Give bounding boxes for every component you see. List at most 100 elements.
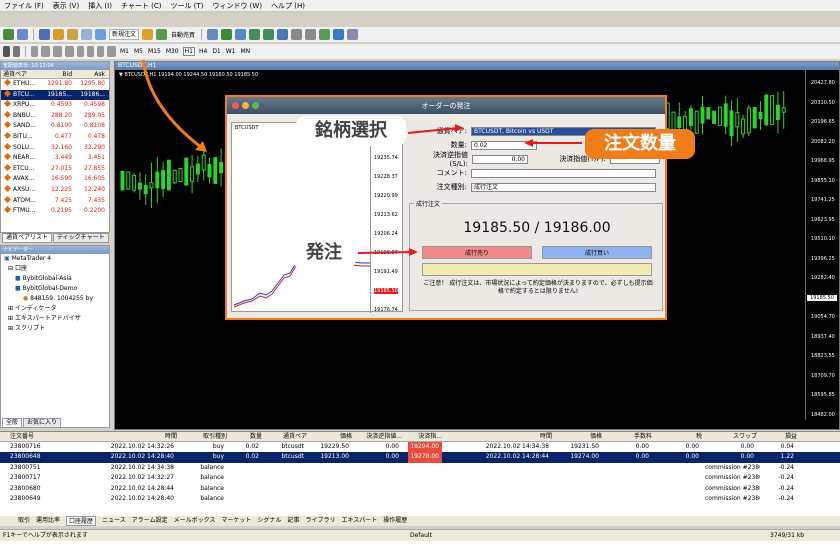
sl-input[interactable]: 0.00	[472, 154, 528, 164]
tf-d1[interactable]: D1	[211, 48, 221, 55]
col-price[interactable]: 価格	[310, 432, 355, 441]
terminal-tab[interactable]: 記事	[287, 516, 299, 526]
line-chart-icon[interactable]	[235, 29, 247, 40]
tf-h4[interactable]: H4	[198, 48, 208, 55]
comment-input[interactable]	[471, 168, 656, 178]
table-row[interactable]: 23800649 2022.10.02 14:28:40 balance commis…	[0, 494, 840, 504]
tf-m30[interactable]: M30	[165, 48, 180, 55]
col-tp[interactable]: 決済指...	[405, 432, 445, 441]
tf-m5[interactable]: M5	[133, 48, 144, 55]
market-watch-row[interactable]: ATOM... 7.425 7.435	[1, 195, 109, 207]
terminal-tab[interactable]: マーケット	[221, 516, 251, 526]
terminal-tab[interactable]: 口座履歴	[66, 516, 97, 526]
horizontal-line-icon[interactable]	[41, 46, 50, 57]
col-commission[interactable]: 手数料	[605, 432, 655, 441]
col-type[interactable]: 取引種別	[180, 432, 230, 441]
table-row[interactable]: 23800717 2022.10.02 14:32:27 balance commis…	[0, 473, 840, 483]
table-row[interactable]: 23800716 2022.10.02 14:32:26 buy 0.02 btcusd…	[0, 442, 840, 453]
col-swap[interactable]: スワップ	[705, 432, 760, 441]
terminal-tab[interactable]: シグナル	[257, 516, 281, 526]
tree-accounts[interactable]: ⊟ 口座	[1, 264, 109, 274]
market-watch-row[interactable]: BITU... 0.477 0.478	[1, 131, 109, 143]
market-watch-icon[interactable]	[39, 29, 50, 40]
col-order[interactable]: 注文番号	[0, 432, 95, 441]
tab-general[interactable]: 全般	[2, 418, 23, 428]
minimize-button[interactable]	[242, 102, 249, 109]
col-tax[interactable]: 税	[655, 432, 705, 441]
terminal-tab[interactable]: ニュース	[102, 516, 126, 526]
tester-icon[interactable]	[95, 29, 106, 40]
text-icon[interactable]	[87, 46, 94, 57]
chart-shift-icon[interactable]	[291, 29, 303, 40]
bar-chart-icon[interactable]	[207, 29, 219, 40]
col-size[interactable]: 数量	[230, 432, 265, 441]
terminal-tab[interactable]: アラーム設定	[132, 516, 168, 526]
type-select[interactable]: 成行注文	[471, 182, 656, 192]
market-watch-row[interactable]: ETHU... 1291.80 1295.80	[1, 78, 109, 90]
qty-input[interactable]: 0.02	[471, 140, 537, 150]
navigator-icon[interactable]	[53, 29, 64, 40]
market-watch-row[interactable]: NEAR... 3.449 3.451	[1, 153, 109, 164]
channel-icon[interactable]	[65, 46, 74, 57]
tree-server-asia[interactable]: ■ BybitGlobal-Asia	[1, 274, 109, 284]
tf-m1[interactable]: M1	[119, 48, 130, 55]
tf-w1[interactable]: W1	[225, 48, 237, 55]
close-order-button[interactable]	[422, 263, 652, 276]
market-watch-row[interactable]: AXSU... 12.225 12.240	[1, 184, 109, 196]
tf-m15[interactable]: M15	[147, 48, 162, 55]
price-axis[interactable]: 20427.80 20310.50 20196.65 20082.20 19968.95…	[805, 70, 839, 420]
market-watch-row[interactable]: AVAX... 16.590 16.605	[1, 174, 109, 185]
profiles-icon[interactable]	[17, 29, 28, 40]
menu-view[interactable]: 表示 (V)	[53, 1, 79, 11]
trendline-icon[interactable]	[53, 46, 62, 57]
auto-trade-button[interactable]: 自動売買	[170, 30, 196, 39]
market-watch-row[interactable]: BNBU... 288.20 289.05	[1, 110, 109, 122]
periods-icon[interactable]	[333, 29, 345, 40]
search-icon[interactable]	[823, 29, 834, 40]
col-close-time[interactable]: 時間	[445, 432, 555, 441]
folder-icon[interactable]	[67, 29, 78, 40]
table-row[interactable]: 23800680 2022.10.02 14:28:44 balance commis…	[0, 484, 840, 494]
maximize-button[interactable]	[252, 102, 259, 109]
tf-mn[interactable]: MN	[240, 48, 252, 55]
tree-account[interactable]: ● 848159: 1004255 by	[1, 294, 109, 304]
tab-tick-chart[interactable]: ティックチャート	[53, 233, 109, 243]
label-icon[interactable]	[97, 46, 104, 57]
menu-insert[interactable]: 挿入 (I)	[88, 1, 112, 11]
buy-button[interactable]: 成行買い	[542, 246, 652, 259]
templates-icon[interactable]	[347, 29, 359, 40]
candle-chart-icon[interactable]	[221, 29, 233, 40]
tab-favorites[interactable]: お気に入り	[23, 418, 62, 428]
col-ask[interactable]: Ask	[74, 70, 107, 78]
tree-experts[interactable]: ⊞ エキスパートアドバイザ	[1, 314, 109, 324]
market-watch-row[interactable]: SOLU... 32.160 32.290	[1, 142, 109, 154]
market-watch-row[interactable]: SAND... 0.8100 0.8108	[1, 121, 109, 132]
tree-indicators[interactable]: ⊞ インディケータ	[1, 304, 109, 314]
tree-server-demo[interactable]: ■ BybitGlobal-Demo	[1, 284, 109, 294]
terminal-tab[interactable]: メールボックス	[174, 516, 216, 526]
metaeditor-icon[interactable]	[142, 29, 154, 40]
menu-help[interactable]: ヘルプ (H)	[271, 1, 305, 11]
terminal-icon[interactable]	[81, 29, 92, 40]
new-chart-icon[interactable]	[3, 29, 14, 40]
terminal-tab[interactable]: 取引	[18, 516, 30, 526]
col-profit[interactable]: 損益	[760, 432, 800, 441]
terminal-tab[interactable]: ライブラリ	[305, 516, 335, 526]
close-button[interactable]	[232, 102, 239, 109]
col-bid[interactable]: Bid	[41, 70, 74, 78]
col-close-price[interactable]: 価格	[555, 432, 605, 441]
tree-metatrader[interactable]: ▣ MetaTrader 4	[1, 254, 109, 264]
terminal-tab[interactable]: 運用比率	[36, 516, 60, 526]
market-watch-row[interactable]: ETCU... 27.015 27.855	[1, 163, 109, 175]
table-row[interactable]: 23800648 2022.10.02 14:28:40 buy 0.02 btcusd…	[0, 452, 840, 463]
table-row[interactable]: 23800751 2022.10.02 14:34:38 balance commis…	[0, 463, 840, 473]
tf-h1[interactable]: H1	[182, 47, 195, 56]
terminal-tab[interactable]: エキスパート	[341, 516, 377, 526]
market-watch-row[interactable]: BTCU... 19185... 19186...	[1, 89, 109, 101]
menu-tools[interactable]: ツール (T)	[170, 1, 203, 11]
col-symbol[interactable]: 通貨ペア	[265, 432, 310, 441]
zoom-in-icon[interactable]	[249, 29, 261, 40]
col-time[interactable]: 時間	[95, 432, 180, 441]
menu-window[interactable]: ウィンドウ (W)	[212, 1, 262, 11]
autoscroll-icon[interactable]	[305, 29, 317, 40]
